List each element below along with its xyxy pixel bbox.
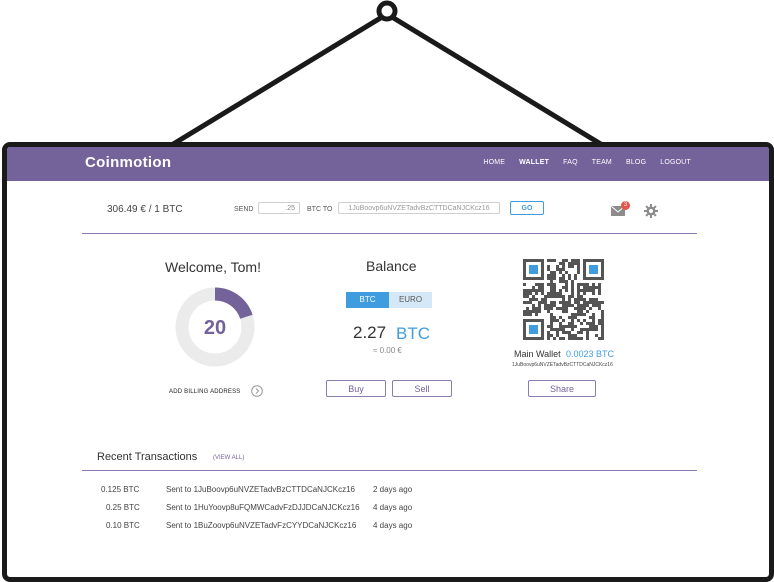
chevron-right-icon[interactable] bbox=[251, 385, 263, 397]
send-label: SEND bbox=[234, 206, 254, 213]
main-wallet-address: 1JuBoovp6uNVZETadvBzCTTDCaNJCKcz16 bbox=[512, 362, 613, 368]
nav-blog[interactable]: BLOG bbox=[626, 159, 646, 166]
main-wallet-value: 0.0023 BTC bbox=[566, 349, 615, 359]
balance-eur: ≈ 0.00 € bbox=[373, 346, 402, 355]
screen-frame: Coinmotion HOME WALLET FAQ TEAM BLOG LOG… bbox=[2, 142, 774, 582]
nav-team[interactable]: TEAM bbox=[592, 159, 612, 166]
btc-price: 306.49 € / 1 BTC bbox=[107, 204, 183, 215]
add-billing-address-link[interactable]: ADD BILLING ADDRESS bbox=[169, 389, 241, 395]
tx-time: 4 days ago bbox=[373, 521, 413, 530]
main-wallet-label: Main Wallet bbox=[514, 349, 561, 359]
balance-unit: BTC bbox=[396, 324, 430, 343]
toggle-btc[interactable]: BTC bbox=[346, 292, 389, 308]
tx-time: 2 days ago bbox=[373, 485, 413, 494]
recipient-address-input[interactable]: 1JuBoovp6uNVZETadvBzCTTDCaNJCKcz16 bbox=[338, 202, 500, 214]
tx-time: 4 days ago bbox=[373, 503, 413, 512]
table-row[interactable]: 0.10 BTC Sent to 1BuZoovp6uNVZETadvFzCYY… bbox=[7, 521, 769, 533]
top-navbar: Coinmotion HOME WALLET FAQ TEAM BLOG LOG… bbox=[7, 147, 769, 181]
progress-donut: 20 bbox=[175, 287, 255, 367]
nav-links: HOME WALLET FAQ TEAM BLOG LOGOUT bbox=[483, 159, 691, 166]
tx-amount: 0.25 BTC bbox=[106, 503, 140, 512]
recent-transactions-heading: Recent Transactions bbox=[97, 451, 198, 463]
welcome-heading: Welcome, Tom! bbox=[165, 259, 261, 275]
nav-faq[interactable]: FAQ bbox=[563, 159, 578, 166]
send-bar: 306.49 € / 1 BTC SEND .25 BTC TO 1JuBoov… bbox=[7, 181, 769, 233]
mail-badge: 3 bbox=[621, 201, 630, 210]
gear-icon[interactable] bbox=[644, 204, 658, 218]
wallet-qr-code bbox=[523, 259, 604, 340]
table-row[interactable]: 0.125 BTC Sent to 1JuBoovp6uNVZETadvBzCT… bbox=[7, 485, 769, 497]
go-button[interactable]: GO bbox=[510, 201, 544, 215]
nav-wallet[interactable]: WALLET bbox=[519, 159, 549, 166]
share-button[interactable]: Share bbox=[528, 380, 596, 397]
buy-button[interactable]: Buy bbox=[326, 380, 386, 397]
divider bbox=[82, 470, 697, 471]
tx-description: Sent to 1BuZoovp6uNVZETadvFzCYYDCaNJCKcz… bbox=[166, 521, 357, 530]
btc-to-label: BTC TO bbox=[307, 206, 333, 213]
tx-description: Sent to 1HuYoovp8uFQMWCadvFzDJJDCaNJCKcz… bbox=[166, 503, 360, 512]
tx-amount: 0.125 BTC bbox=[101, 485, 140, 494]
currency-toggle: BTC EURO bbox=[346, 292, 432, 308]
logo[interactable]: Coinmotion bbox=[85, 154, 171, 171]
sell-button[interactable]: Sell bbox=[392, 380, 452, 397]
nav-logout[interactable]: LOGOUT bbox=[660, 159, 691, 166]
tx-amount: 0.10 BTC bbox=[106, 521, 140, 530]
send-amount-input[interactable]: .25 bbox=[258, 202, 300, 214]
table-row[interactable]: 0.25 BTC Sent to 1HuYoovp8uFQMWCadvFzDJJ… bbox=[7, 503, 769, 515]
toggle-euro[interactable]: EURO bbox=[389, 292, 432, 308]
tx-description: Sent to 1JuBoovp6uNVZETadvBzCTTDCaNJCKcz… bbox=[166, 485, 355, 494]
view-all-link[interactable]: (VIEW ALL) bbox=[213, 455, 244, 461]
nav-home[interactable]: HOME bbox=[483, 159, 505, 166]
balance-heading: Balance bbox=[366, 258, 417, 274]
balance-amount: 2.27 bbox=[353, 323, 387, 342]
donut-score: 20 bbox=[204, 317, 226, 339]
hanger-decoration bbox=[168, 0, 606, 149]
divider bbox=[82, 233, 697, 234]
